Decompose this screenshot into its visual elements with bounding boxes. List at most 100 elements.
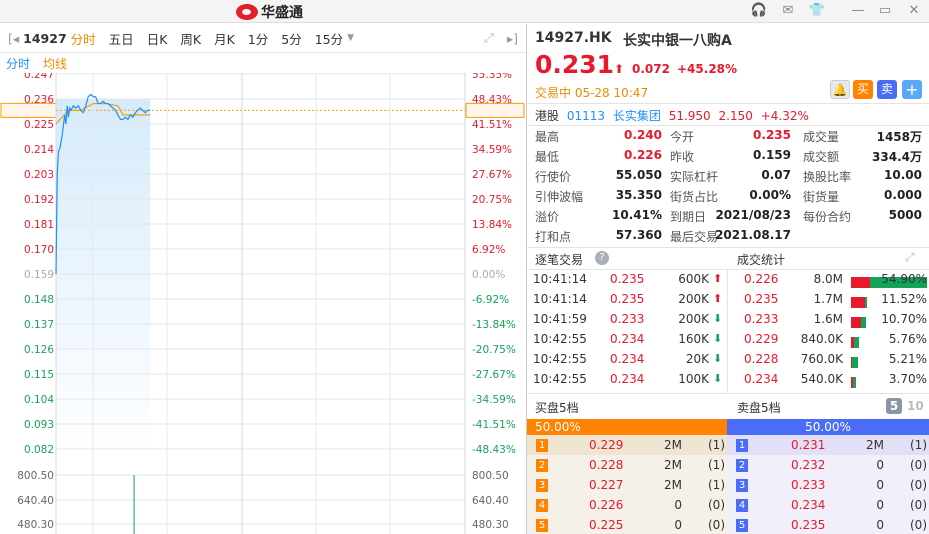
level-badge: 5 xyxy=(536,519,548,532)
volstat-bar xyxy=(851,357,859,368)
level-badge: 2 xyxy=(536,459,548,472)
mail-icon[interactable]: ✉ xyxy=(779,2,797,20)
add-watchlist-button[interactable]: + xyxy=(902,80,922,99)
tick-price: 0.234 xyxy=(610,352,645,366)
intraday-chart[interactable]: 0.24755.35%0.23648.43%0.23145.28%0.22541… xyxy=(0,73,526,534)
chevron-down-icon[interactable]: ▼ xyxy=(347,33,354,43)
pct-tick-label: -27.67% xyxy=(472,369,516,381)
stat-label: 到期日 xyxy=(670,210,707,224)
level-price: 0.233 xyxy=(791,478,826,492)
logo-icon xyxy=(236,4,258,20)
stat-value: 0.226 xyxy=(624,148,662,162)
pct-tick-label: 20.75% xyxy=(472,194,512,206)
tab-5day[interactable]: 五日 xyxy=(109,29,134,48)
stat-value: 10.00 xyxy=(884,168,922,182)
minimize-button[interactable]: — xyxy=(849,2,867,20)
price-tick-label: 0.093 xyxy=(24,419,54,431)
arrow-up-icon: ⬆ xyxy=(713,272,723,285)
pct-tick-label: -20.75% xyxy=(472,344,516,356)
tab-weekly-k[interactable]: 周K xyxy=(180,29,201,48)
close-button[interactable]: ✕ xyxy=(905,2,923,20)
buy-button[interactable]: 买 xyxy=(853,80,873,99)
alert-bell-button[interactable]: 🔔 xyxy=(830,80,850,99)
level-badge: 2 xyxy=(736,459,748,472)
collapse-left-icon[interactable]: [◂ xyxy=(8,31,19,46)
pct-tick-label: 13.84% xyxy=(472,219,512,231)
shirt-icon[interactable]: 👕 xyxy=(808,2,826,20)
tab-daily-k[interactable]: 日K xyxy=(147,29,168,48)
stat-value: 57.360 xyxy=(615,228,662,242)
tab-5min[interactable]: 5分 xyxy=(281,29,301,48)
underlying-code[interactable]: 01113 xyxy=(567,109,605,123)
tab-1min[interactable]: 1分 xyxy=(248,29,268,48)
stat-label: 最低 xyxy=(535,150,560,164)
arrow-down-icon: ⬇ xyxy=(713,332,723,345)
volstat-price: 0.226 xyxy=(744,272,779,286)
stat-value: 0.235 xyxy=(753,128,791,142)
tick-volume: 20K xyxy=(685,352,709,366)
volstat-volume: 8.0M xyxy=(813,272,843,286)
tick-volume: 160K xyxy=(678,332,709,346)
level-count: (0) xyxy=(708,498,725,512)
fullscreen-icon[interactable]: ⤢ xyxy=(484,30,494,46)
underlying-change: 2.150 xyxy=(718,109,753,123)
maximize-button[interactable]: ▭ xyxy=(876,2,894,20)
current-pct-box xyxy=(465,102,525,118)
current-price-box xyxy=(0,102,57,118)
volstat-volume: 840.0K xyxy=(800,332,843,346)
help-icon[interactable]: ? xyxy=(595,251,609,265)
volstat-price: 0.228 xyxy=(744,352,779,366)
underlying-row[interactable]: 港股 01113 长实集团 51.950 2.150 +4.32% xyxy=(535,107,809,124)
headset-icon[interactable]: 🎧 xyxy=(750,2,768,20)
tab-monthly-k[interactable]: 月K xyxy=(214,29,235,48)
tick-price: 0.234 xyxy=(610,332,645,346)
tick-volume: 600K xyxy=(678,272,709,286)
pct-tick-label: -41.51% xyxy=(472,419,516,431)
tab-15min[interactable]: 15分 xyxy=(315,29,343,48)
stat-value: 35.350 xyxy=(615,188,662,202)
volstat-volume: 540.0K xyxy=(800,372,843,386)
depth-5-toggle[interactable]: 5 xyxy=(886,398,902,414)
arrow-up-icon: ⬆ xyxy=(713,292,723,305)
volume-tick-label: 640.40 xyxy=(17,495,54,507)
volume-tick-label-right: 800.50 xyxy=(472,470,509,482)
depth-10-toggle[interactable]: 10 xyxy=(907,399,924,413)
stat-value: 0.000 xyxy=(884,188,922,202)
stat-value: 55.050 xyxy=(615,168,662,182)
pct-tick-label: 27.67% xyxy=(472,169,512,181)
volstat-price: 0.235 xyxy=(744,292,779,306)
collapse-right-icon[interactable]: ▸] xyxy=(507,31,518,46)
volstat-bar-buy xyxy=(851,297,865,308)
price-tick-label: 0.214 xyxy=(24,144,54,156)
tick-time: 10:42:55 xyxy=(533,372,587,386)
level-volume: 0 xyxy=(876,458,884,472)
sell-button[interactable]: 卖 xyxy=(877,80,897,99)
stat-value: 0.159 xyxy=(753,148,791,162)
tick-volume: 200K xyxy=(678,312,709,326)
pct-tick-label: 0.00% xyxy=(472,269,505,281)
level-volume: 0 xyxy=(876,478,884,492)
arrow-down-icon: ⬇ xyxy=(713,372,723,385)
tick-volume: 200K xyxy=(678,292,709,306)
volstat-bar-buy xyxy=(851,377,853,388)
volume-tick-label: 480.30 xyxy=(17,519,54,531)
stat-value: 2021.08.17 xyxy=(715,228,791,242)
level-badge: 4 xyxy=(736,499,748,512)
price-tick-label: 0.137 xyxy=(24,319,54,331)
price-tick-label: 0.170 xyxy=(24,244,54,256)
price-tick-label: 0.181 xyxy=(24,219,54,231)
app-title: 华盛通 xyxy=(261,5,303,21)
volstat-bar xyxy=(851,297,867,308)
level-price: 0.227 xyxy=(589,478,624,492)
underlying-name[interactable]: 长实集团 xyxy=(613,109,661,123)
level-count: (0) xyxy=(910,498,927,512)
stat-label: 最后交易 xyxy=(670,230,719,244)
volstat-volume: 1.7M xyxy=(813,292,843,306)
level-price: 0.226 xyxy=(589,498,624,512)
tab-intraday[interactable]: 分时 xyxy=(71,29,96,48)
expand-icon[interactable]: ⤢ xyxy=(905,250,915,265)
quote-name: 长实中银一八购A xyxy=(623,33,732,49)
stat-label: 昨收 xyxy=(670,150,695,164)
price-tick-label: 0.225 xyxy=(24,119,54,131)
level-volume: 0 xyxy=(876,518,884,532)
